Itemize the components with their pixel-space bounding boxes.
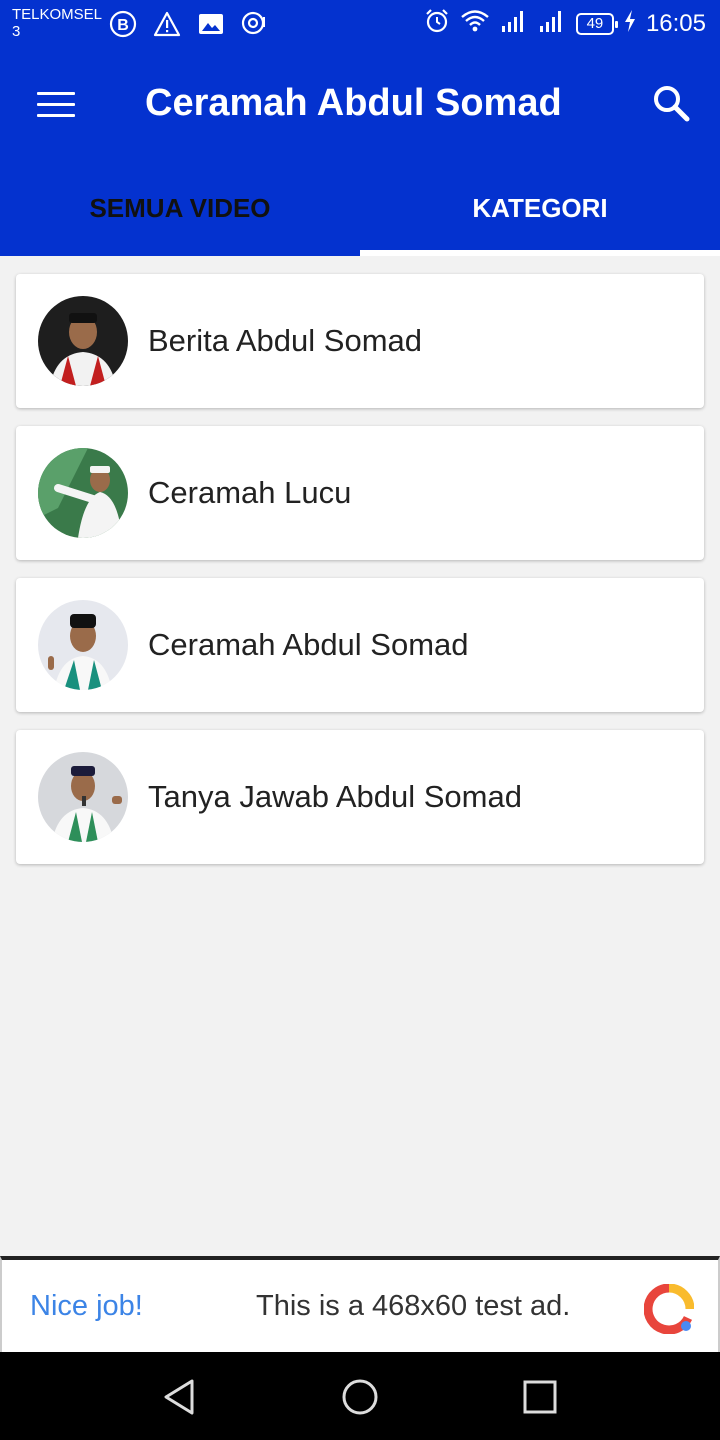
home-icon[interactable] [337,1374,383,1420]
clock: 16:05 [645,9,706,37]
carrier-sim: 3 [12,23,21,40]
tab-bar: SEMUA VIDEO KATEGORI [0,160,720,256]
signal-icon [500,8,528,39]
avatar-photo [38,752,128,842]
carrier-name: TELKOMSEL [12,6,103,23]
back-icon[interactable] [157,1374,203,1420]
hamburger-menu-icon[interactable] [30,80,82,128]
category-card-lucu[interactable]: Ceramah Lucu [16,426,704,560]
warning-icon [152,10,182,38]
avatar-photo [38,296,128,386]
tab-kategori[interactable]: KATEGORI [360,160,720,256]
avatar-photo [38,600,128,690]
recents-icon[interactable] [517,1374,563,1420]
status-bar: TELKOMSEL 3 B 49 16:05 [0,0,720,48]
ad-banner[interactable]: Nice job! This is a 468x60 test ad. [0,1256,720,1352]
system-nav-bar [0,1352,720,1440]
category-card-ceramah[interactable]: Ceramah Abdul Somad [16,578,704,712]
carrier-label: TELKOMSEL 3 [12,6,102,40]
ad-logo-icon [643,1283,695,1335]
avatar-photo [38,448,128,538]
category-card-berita[interactable]: Berita Abdul Somad [16,274,704,408]
ad-text: This is a 468x60 test ad. [256,1290,571,1322]
app-title: Ceramah Abdul Somad [145,82,562,124]
category-list: Berita Abdul Somad Ceramah Lucu Ceramah … [16,274,704,882]
category-label: Ceramah Lucu [148,475,352,510]
hotspot-icon [240,10,270,38]
ad-headline: Nice job! [30,1290,143,1322]
b-icon: B [108,10,138,38]
category-label: Ceramah Abdul Somad [148,627,469,662]
battery-indicator: 49 [575,12,618,35]
category-card-tanya-jawab[interactable]: Tanya Jawab Abdul Somad [16,730,704,864]
signal-icon-2 [538,8,566,39]
charging-icon [624,10,636,37]
category-label: Tanya Jawab Abdul Somad [148,779,522,814]
wifi-icon [460,8,490,39]
image-icon [196,10,226,38]
category-label: Berita Abdul Somad [148,323,423,358]
svg-text:B: B [117,17,129,34]
app-bar: Ceramah Abdul Somad SEMUA VIDEO KATEGORI [0,48,720,256]
search-icon[interactable] [646,78,696,128]
alarm-icon [424,8,450,39]
tab-semua-video[interactable]: SEMUA VIDEO [0,160,360,256]
